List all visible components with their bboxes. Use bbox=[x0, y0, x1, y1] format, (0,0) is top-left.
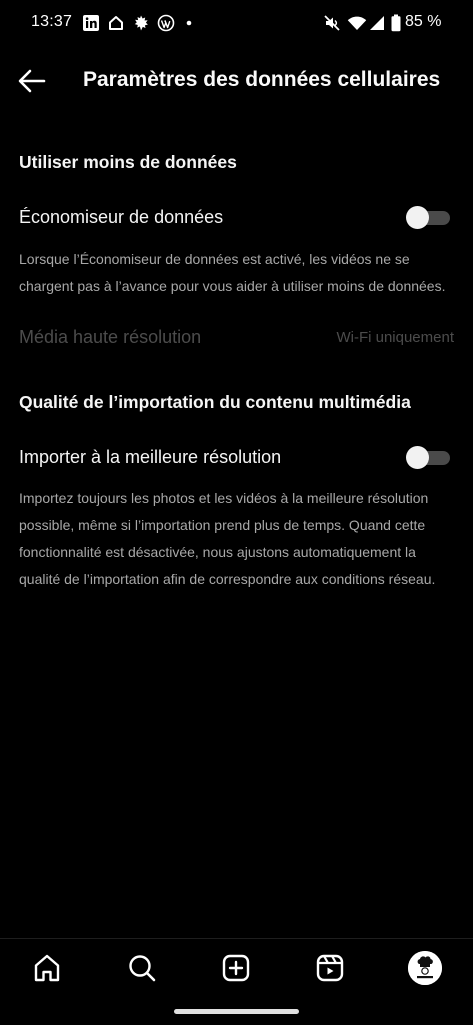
signal-icon bbox=[368, 14, 386, 32]
wordpress-icon bbox=[157, 14, 175, 32]
nav-create-button[interactable] bbox=[219, 951, 253, 985]
nav-home-button[interactable] bbox=[30, 951, 64, 985]
home-outline-icon bbox=[107, 14, 125, 32]
section-title-upload-quality: Qualité de l’importation du contenu mult… bbox=[19, 392, 411, 412]
best-resolution-label: Importer à la meilleure résolution bbox=[19, 447, 282, 467]
best-resolution-description: Importez toujours les photos et les vidé… bbox=[19, 490, 436, 587]
linkedin-icon bbox=[82, 14, 100, 32]
data-saver-description: Lorsque l’Économiseur de données est act… bbox=[19, 251, 446, 294]
arrow-left-icon bbox=[18, 69, 46, 93]
best-resolution-toggle[interactable] bbox=[406, 446, 450, 469]
battery-percentage: 85 % bbox=[405, 13, 442, 30]
data-saver-toggle[interactable] bbox=[406, 206, 450, 229]
nav-search-button[interactable] bbox=[125, 951, 159, 985]
header: Paramètres des données cellulaires bbox=[0, 56, 473, 106]
toggle-thumb bbox=[406, 206, 429, 229]
home-icon bbox=[34, 954, 60, 982]
reels-icon bbox=[316, 954, 344, 982]
data-saver-label: Économiseur de données bbox=[19, 207, 224, 227]
status-time: 13:37 bbox=[31, 13, 73, 30]
page-title: Paramètres des données cellulaires bbox=[83, 68, 441, 91]
wifi-icon bbox=[347, 14, 367, 32]
section-title-data-usage: Utiliser moins de données bbox=[19, 152, 237, 172]
high-res-media-label: Média haute résolution bbox=[19, 327, 202, 347]
leaf-icon bbox=[132, 14, 150, 32]
create-icon bbox=[222, 954, 250, 982]
mute-icon bbox=[323, 14, 341, 32]
nav-profile-avatar[interactable] bbox=[408, 951, 442, 985]
toggle-thumb bbox=[406, 446, 429, 469]
profile-avatar-image bbox=[408, 951, 442, 985]
home-indicator[interactable] bbox=[174, 1009, 299, 1014]
dot-icon bbox=[184, 14, 194, 32]
bottom-navigation bbox=[0, 938, 473, 1025]
search-icon bbox=[129, 955, 156, 982]
nav-reels-button[interactable] bbox=[313, 951, 347, 985]
high-res-media-value: Wi-Fi uniquement bbox=[336, 329, 454, 346]
battery-icon bbox=[390, 14, 402, 32]
back-button[interactable] bbox=[14, 64, 50, 98]
status-bar: 13:37 85 % bbox=[0, 0, 473, 46]
